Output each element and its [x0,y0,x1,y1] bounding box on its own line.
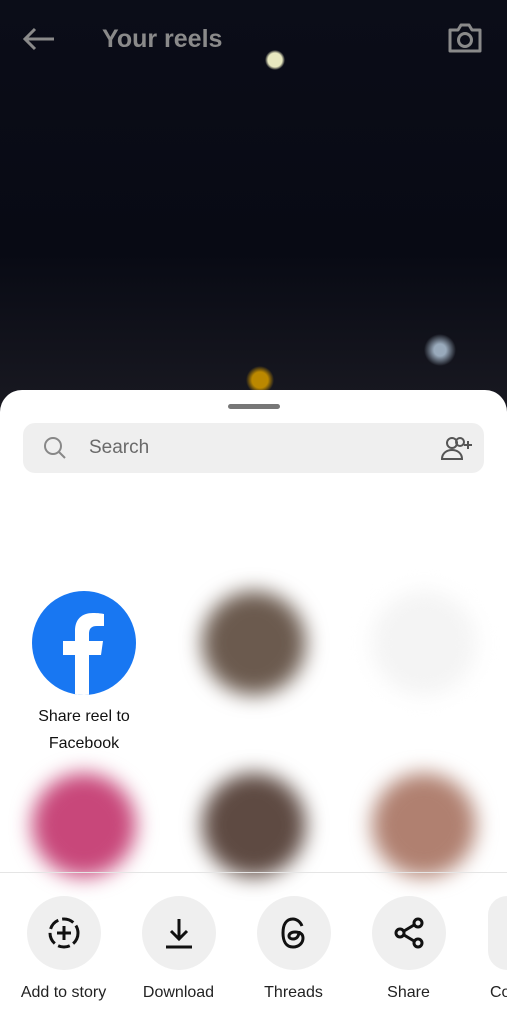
contact-item[interactable] [184,773,324,877]
contact-item[interactable] [354,773,494,877]
page-title: Your reels [102,24,223,53]
divider [0,872,507,873]
add-people-icon[interactable] [440,435,474,461]
contact-item[interactable] [354,591,494,695]
copy-link-icon [488,896,507,970]
search-icon [44,437,66,459]
threads-button[interactable]: Threads [236,896,351,1002]
camera-icon[interactable] [447,22,483,54]
facebook-logo-icon [32,591,136,695]
threads-icon [280,917,305,949]
share-button[interactable]: Share [351,896,466,1002]
share-sheet: Search Share reel to Facebook Add to sto… [0,390,507,1024]
share-target-label: Share reel to Facebook [38,708,130,752]
download-icon [165,919,192,949]
search-input[interactable]: Search [23,423,484,473]
action-row: Add to story Download Threads Share Co [0,896,507,1002]
download-button[interactable]: Download [121,896,236,1002]
search-placeholder: Search [89,437,150,458]
copy-link-button[interactable]: Co [466,896,507,1002]
header: Your reels [0,0,507,78]
contact-item[interactable] [184,591,324,695]
arrow-left-icon[interactable] [22,27,56,51]
drag-handle[interactable] [227,404,280,409]
contact-item[interactable] [14,773,154,877]
add-story-icon [48,917,79,949]
share-icon [394,917,423,949]
share-to-facebook[interactable]: Share reel to Facebook [14,591,154,757]
share-targets-grid: Share reel to Facebook [0,473,507,877]
add-to-story-button[interactable]: Add to story [6,896,121,1002]
